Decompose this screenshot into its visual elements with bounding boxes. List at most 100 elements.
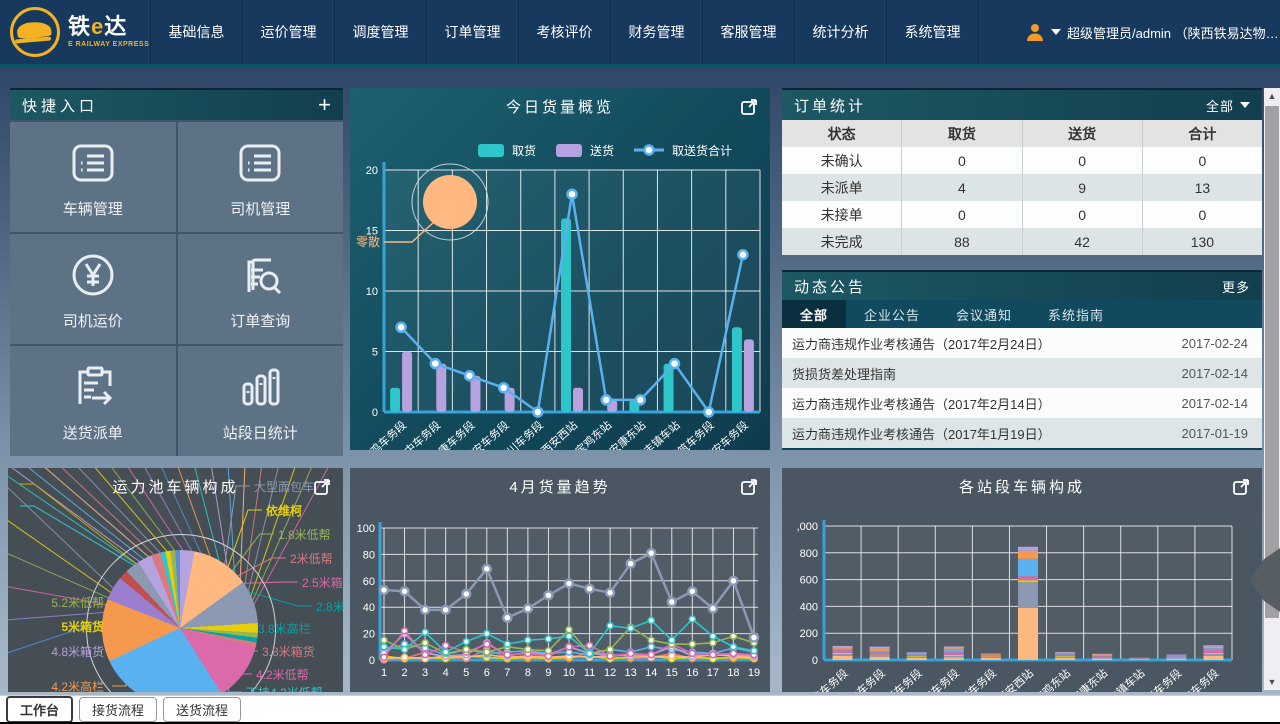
svg-text:安康东站: 安康东站 <box>1068 666 1110 692</box>
notice-item-date: 2017-02-14 <box>1182 396 1249 411</box>
svg-text:0: 0 <box>812 655 818 667</box>
quick-tile-0[interactable]: 车辆管理 <box>10 122 176 232</box>
nav-item-8[interactable]: 系统管理 <box>886 0 979 64</box>
notice-tab-2[interactable]: 会议通知 <box>938 300 1030 328</box>
notice-item-text: 运力商违规作业考核通告（2017年1月19日） <box>792 424 1051 443</box>
quick-tile-5[interactable]: 站段日统计 <box>178 346 344 456</box>
order-col-header: 状态 <box>782 120 902 147</box>
nav-item-5[interactable]: 财务管理 <box>610 0 702 64</box>
pie-slice-label: 下挂4.2米低帮 <box>246 684 323 692</box>
svg-text:7: 7 <box>504 667 510 679</box>
order-stats-title: 订单统计 <box>794 95 866 116</box>
logo-emblem-icon <box>10 7 60 57</box>
today-volume-panel: 今日货量概览 05101520宝鸡车务段汉中车务段安康车务段西安车务段铜川车务段… <box>350 88 770 450</box>
svg-text:取送货合计: 取送货合计 <box>672 143 732 158</box>
nav-item-2[interactable]: 调度管理 <box>334 0 426 64</box>
notice-item[interactable]: 运力商违规作业考核通告（2017年1月19日） 2017-01-19 <box>782 418 1262 448</box>
notice-title: 动态公告 <box>794 276 866 297</box>
svg-text:宝鸡车务段: 宝鸡车务段 <box>800 666 850 692</box>
notice-tab-1[interactable]: 企业公告 <box>846 300 938 328</box>
pie-slice-label: 3.8米高栏 <box>258 620 311 637</box>
notice-item[interactable]: 运力商违规作业考核通告（2017年2月24日）2017-02-24 <box>782 328 1262 358</box>
svg-text:宝鸡东站: 宝鸡东站 <box>1031 666 1073 692</box>
station-fleet-panel: 各站段车辆构成 ,0008006004002000宝鸡车务段汉中车务段安康车务段… <box>782 468 1262 692</box>
user-menu[interactable]: 超级管理员/admin （陕西铁易达物… <box>1025 0 1279 64</box>
svg-text:宝鸡东站: 宝鸡东站 <box>572 418 614 450</box>
quick-tile-4[interactable]: 送货派单 <box>10 346 176 456</box>
notice-list: 运力商违规作业考核通告（2017年2月24日）2017-02-24货损货差处理指… <box>782 328 1262 448</box>
order-table-header: 状态取货送货合计 <box>782 120 1262 147</box>
pie-slice-label: 4.2米低帮 <box>256 666 309 683</box>
pie-slice-label: 5米箱货 <box>61 618 104 635</box>
notice-more-link[interactable]: 更多 <box>1222 277 1250 296</box>
svg-text:13: 13 <box>625 667 637 679</box>
pie-slice-label: 3.8米箱货 <box>262 643 315 660</box>
list-icon <box>233 136 287 190</box>
expand-icon[interactable] <box>313 476 333 496</box>
svg-text:400: 400 <box>800 601 818 613</box>
svg-text:安康东站: 安康东站 <box>606 418 648 450</box>
quick-tile-1[interactable]: 司机管理 <box>178 122 344 232</box>
pie-slice-label: 2米低帮 <box>290 550 333 567</box>
order-cell: 88 <box>902 228 1022 255</box>
list-icon <box>66 136 120 190</box>
task-tab-0[interactable]: 工作台 <box>6 696 73 723</box>
order-col-header: 合计 <box>1143 120 1262 147</box>
notice-tab-0[interactable]: 全部 <box>782 300 846 328</box>
table-row: 未完成8842130 <box>782 228 1262 255</box>
quick-tile-label: 订单查询 <box>230 310 290 331</box>
task-tab-1[interactable]: 接货流程 <box>79 697 157 722</box>
scrollbar-thumb[interactable] <box>1265 106 1279 618</box>
svg-text:9: 9 <box>545 667 551 679</box>
order-stats-header: 订单统计 全部 <box>782 88 1262 120</box>
bottom-taskbar: 工作台接货流程送货流程 <box>0 695 1280 722</box>
user-caret-down-icon <box>1051 29 1061 35</box>
svg-text:取货: 取货 <box>512 143 536 158</box>
svg-text:西安西站: 西安西站 <box>994 666 1036 692</box>
station-fleet-chart: ,0008006004002000宝鸡车务段汉中车务段安康车务段西安车务段铜川车… <box>782 492 1262 692</box>
pie-slice-label: 2.5米箱货 <box>302 574 343 591</box>
svg-text:6: 6 <box>484 667 490 679</box>
expand-icon[interactable] <box>740 96 760 116</box>
nav-item-3[interactable]: 订单管理 <box>426 0 518 64</box>
quick-entry-title: 快捷入口 <box>22 95 98 116</box>
quick-tile-2[interactable]: 司机运价 <box>10 234 176 344</box>
april-trend-chart: 1234567891011121314151617181902040608010… <box>350 492 770 692</box>
nav-item-4[interactable]: 考核评价 <box>518 0 610 64</box>
svg-text:15: 15 <box>666 667 678 679</box>
svg-text:17: 17 <box>707 667 719 679</box>
svg-text:零散: 零散 <box>356 234 380 249</box>
pie-slice-label: 依维柯 <box>266 502 302 519</box>
nav-item-0[interactable]: 基础信息 <box>150 0 242 64</box>
notice-item-date: 2017-01-19 <box>1182 426 1249 441</box>
svg-text:10: 10 <box>366 286 378 298</box>
scrollbar-up-button[interactable]: ▲ <box>1264 88 1280 104</box>
order-stats-table: 状态取货送货合计未确认000未派单4913未接单000未完成8842130 <box>782 120 1262 255</box>
notice-item[interactable]: 货损货差处理指南2017-02-14 <box>782 358 1262 388</box>
notice-panel: 动态公告 更多 全部企业公告会议通知系统指南 运力商违规作业考核通告（2017年… <box>782 270 1262 450</box>
svg-text:3: 3 <box>422 667 428 679</box>
order-cell: 9 <box>1023 174 1143 201</box>
main-nav: 基础信息运价管理调度管理订单管理考核评价财务管理客服管理统计分析系统管理 <box>150 0 979 64</box>
order-filter-dropdown[interactable]: 全部 <box>1206 96 1250 115</box>
nav-item-6[interactable]: 客服管理 <box>702 0 794 64</box>
svg-text:14: 14 <box>645 667 657 679</box>
pie-slice-label: 4.2米高栏 <box>51 678 104 692</box>
notice-item[interactable]: 运力商违规作业考核通告（2017年2月14日） 2017-02-14 <box>782 388 1262 418</box>
order-cell: 42 <box>1023 228 1143 255</box>
nav-item-7[interactable]: 统计分析 <box>794 0 886 64</box>
add-shortcut-button[interactable]: + <box>318 94 331 116</box>
app-logo: 铁e达 E RAILWAY EXPRESS <box>0 0 150 64</box>
svg-text:5: 5 <box>463 667 469 679</box>
dispatch-icon <box>66 360 120 414</box>
bar-stats-icon <box>233 360 287 414</box>
scrollbar-down-button[interactable]: ▼ <box>1264 674 1280 690</box>
order-cell: 0 <box>1023 147 1143 174</box>
svg-text:80: 80 <box>363 549 375 561</box>
order-cell: 0 <box>1023 201 1143 228</box>
nav-item-1[interactable]: 运价管理 <box>242 0 334 64</box>
task-tab-2[interactable]: 送货流程 <box>163 697 241 722</box>
quick-tile-3[interactable]: 订单查询 <box>178 234 344 344</box>
notice-item-text: 运力商违规作业考核通告（2017年2月14日） <box>792 394 1051 413</box>
notice-tab-3[interactable]: 系统指南 <box>1030 300 1122 328</box>
